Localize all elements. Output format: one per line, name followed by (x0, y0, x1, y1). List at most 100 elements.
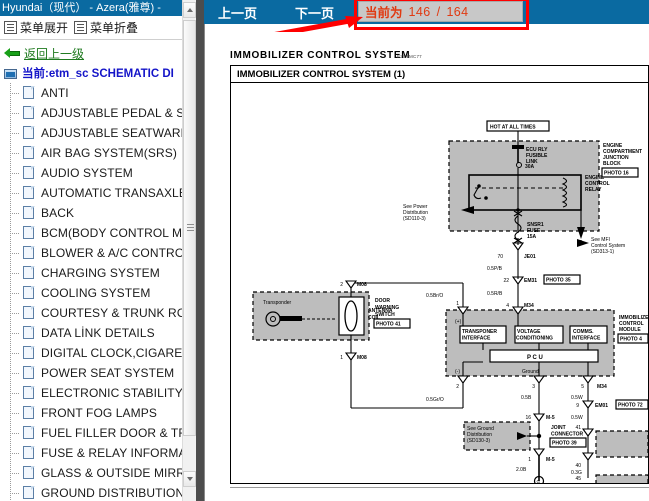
sidebar-scrollbar[interactable] (182, 0, 196, 501)
menu-collapse-button[interactable]: 菜单折叠 (74, 19, 138, 36)
label-je01-pin: 70 (497, 254, 503, 260)
scroll-down-arrow-icon[interactable] (183, 471, 196, 487)
tree-item[interactable]: COOLING SYSTEM (0, 283, 196, 303)
system-tree[interactable]: ANTI ADJUSTABLE PEDAL & SHI ADJUSTABLE SEA… (0, 83, 196, 501)
file-icon (23, 126, 35, 140)
tree-item[interactable]: ELECTRONIC STABILITY C (0, 383, 196, 403)
window-title: Hyundai（现代） - Azera(雅尊) - (0, 0, 196, 16)
back-navigation-row[interactable]: 返回上一级 (0, 44, 196, 63)
tree-item-label: ADJUSTABLE PEDAL & SHI (41, 106, 196, 120)
label-wire-05bro: 0.5Br/O (426, 293, 443, 299)
tree-item[interactable]: FUEL FILLER DOOR & TRUN (0, 423, 196, 443)
tree-item-label: FRONT FOG LAMPS (41, 406, 157, 420)
scroll-up-arrow-icon[interactable] (183, 2, 196, 18)
tree-item-label: ADJUSTABLE SEATWARMEI (41, 126, 196, 140)
label-wire-05w: 0.5W (571, 395, 583, 401)
tree-item-label: ELECTRONIC STABILITY C (41, 386, 195, 400)
tree-item-label: BACK (41, 206, 75, 220)
file-icon (23, 266, 35, 280)
tree-item-label: DATA LİNK DETAILS (41, 326, 155, 340)
label-icm-photo: PHOTO 4 (620, 337, 642, 343)
label-pin41: 41 (575, 425, 581, 431)
label-jb-4: BLOCK (603, 161, 621, 167)
tree-item[interactable]: FRONT FOG LAMPS (0, 403, 196, 423)
application-window: Hyundai（现代） - Azera(雅尊) - 菜单展开 菜单折叠 返回上一… (0, 0, 649, 501)
tree-item[interactable]: GLASS & OUTSIDE MIRROI (0, 463, 196, 483)
next-page-button[interactable]: 下一页 (295, 0, 334, 24)
tree-item-label: GROUND DISTRIBUTION (41, 486, 185, 500)
label-pin45: 45 (575, 476, 581, 482)
tree-item[interactable]: BCM(BODY CONTROL MOD (0, 223, 196, 243)
page-indicator-label: 当前为 (365, 6, 403, 20)
list-icon (74, 21, 88, 34)
file-icon (23, 146, 35, 160)
page-indicator[interactable]: 当前为 146 / 164 (358, 1, 523, 22)
file-icon (23, 466, 35, 480)
tree-item[interactable]: BLOWER & A/C CONTROLS (0, 243, 196, 263)
label-comms-1: COMMS. (573, 329, 594, 335)
label-m34-a: M34 (524, 303, 534, 309)
label-see-ground-3: (SD130-3) (467, 438, 490, 444)
page-current: 146 (408, 4, 431, 19)
tree-item-label: BCM(BODY CONTROL MOD (41, 226, 196, 240)
tree-item[interactable]: GROUND DISTRIBUTION (0, 483, 196, 501)
label-transponer-if-1: TRANSPONER (462, 329, 497, 335)
file-icon (23, 106, 35, 120)
label-ground-symbol: G (537, 479, 541, 483)
scrollbar-thumb[interactable] (183, 20, 196, 436)
label-m08-b: M08 (357, 355, 367, 361)
tree-item-label: POWER SEAT SYSTEM (41, 366, 175, 380)
left-navigation-panel: Hyundai（现代） - Azera(雅尊) - 菜单展开 菜单折叠 返回上一… (0, 0, 196, 501)
tree-item[interactable]: POWER SEAT SYSTEM (0, 363, 196, 383)
tree-item[interactable]: CHARGING SYSTEM (0, 263, 196, 283)
tree-item[interactable]: ADJUSTABLE PEDAL & SHI (0, 103, 196, 123)
label-photo39: PHOTO 39 (552, 441, 577, 447)
label-pin5: 5 (581, 384, 584, 390)
label-plus: (+) (455, 319, 462, 325)
scrollbar-grip (187, 224, 194, 231)
label-transponer-if-2: INTERFACE (462, 336, 491, 342)
tree-item[interactable]: FUSE & RELAY INFORMATIC (0, 443, 196, 463)
label-em01-pin: 9 (576, 403, 579, 409)
viewer-left-border (204, 24, 205, 501)
tree-item[interactable]: DIGITAL CLOCK,CIGARET (0, 343, 196, 363)
menu-expand-button[interactable]: 菜单展开 (4, 19, 68, 36)
tree-item[interactable]: ADJUSTABLE SEATWARMEI (0, 123, 196, 143)
tree-item-label: FUSE & RELAY INFORMATIC (41, 446, 196, 460)
label-m34-pin-4: 4 (506, 303, 509, 309)
label-m34-b: M34 (597, 384, 607, 390)
file-icon (23, 326, 35, 340)
panel-splitter-handle[interactable] (196, 16, 204, 501)
current-node-label: 当前:etm_sc SCHEMATIC DI (22, 68, 174, 80)
tree-item[interactable]: AUTOMATIC TRANSAXLE C (0, 183, 196, 203)
document-page: IMMOBILIZER CONTROL SYSTEM E2C9MC77 IMMO… (230, 32, 649, 484)
label-pin1: 1 (456, 301, 459, 307)
document-code: E2C9MC77 (397, 54, 422, 59)
label-minus: (-) (455, 369, 460, 375)
back-link[interactable]: 返回上一级 (24, 45, 84, 62)
tree-item[interactable]: ANTI (0, 83, 196, 103)
viewer-toolbar: 上一页 下一页 当前为 146 / 164 (204, 0, 649, 24)
tree-item[interactable]: DATA LİNK DETAILS (0, 323, 196, 343)
tree-item[interactable]: AIR BAG SYSTEM(SRS) (0, 143, 196, 163)
label-m08-pin-1: 1 (340, 355, 343, 361)
panel-splitter[interactable] (196, 0, 204, 501)
file-icon (23, 186, 35, 200)
file-icon (23, 86, 35, 100)
label-m5-pin-16: 16 (525, 415, 531, 421)
label-ground: Ground (522, 369, 539, 375)
page-total: 164 (446, 4, 469, 19)
tree-item[interactable]: COURTESY & TRUNK ROOM (0, 303, 196, 323)
tree-item[interactable]: AUDIO SYSTEM (0, 163, 196, 183)
document-bottom-divider (230, 487, 649, 488)
label-30a: 30A (525, 164, 535, 170)
label-see-mfi-3: (SD313-1) (591, 249, 614, 255)
menu-expand-label: 菜单展开 (20, 21, 69, 35)
file-icon (23, 426, 35, 440)
label-snsr1-3: 15A (527, 234, 537, 240)
label-wire-20b: 2.0B (516, 467, 527, 473)
tree-item[interactable]: BACK (0, 203, 196, 223)
label-em31-pin: 22 (503, 278, 509, 284)
previous-page-button[interactable]: 上一页 (218, 0, 257, 24)
label-m5-a: M-5 (546, 415, 555, 421)
